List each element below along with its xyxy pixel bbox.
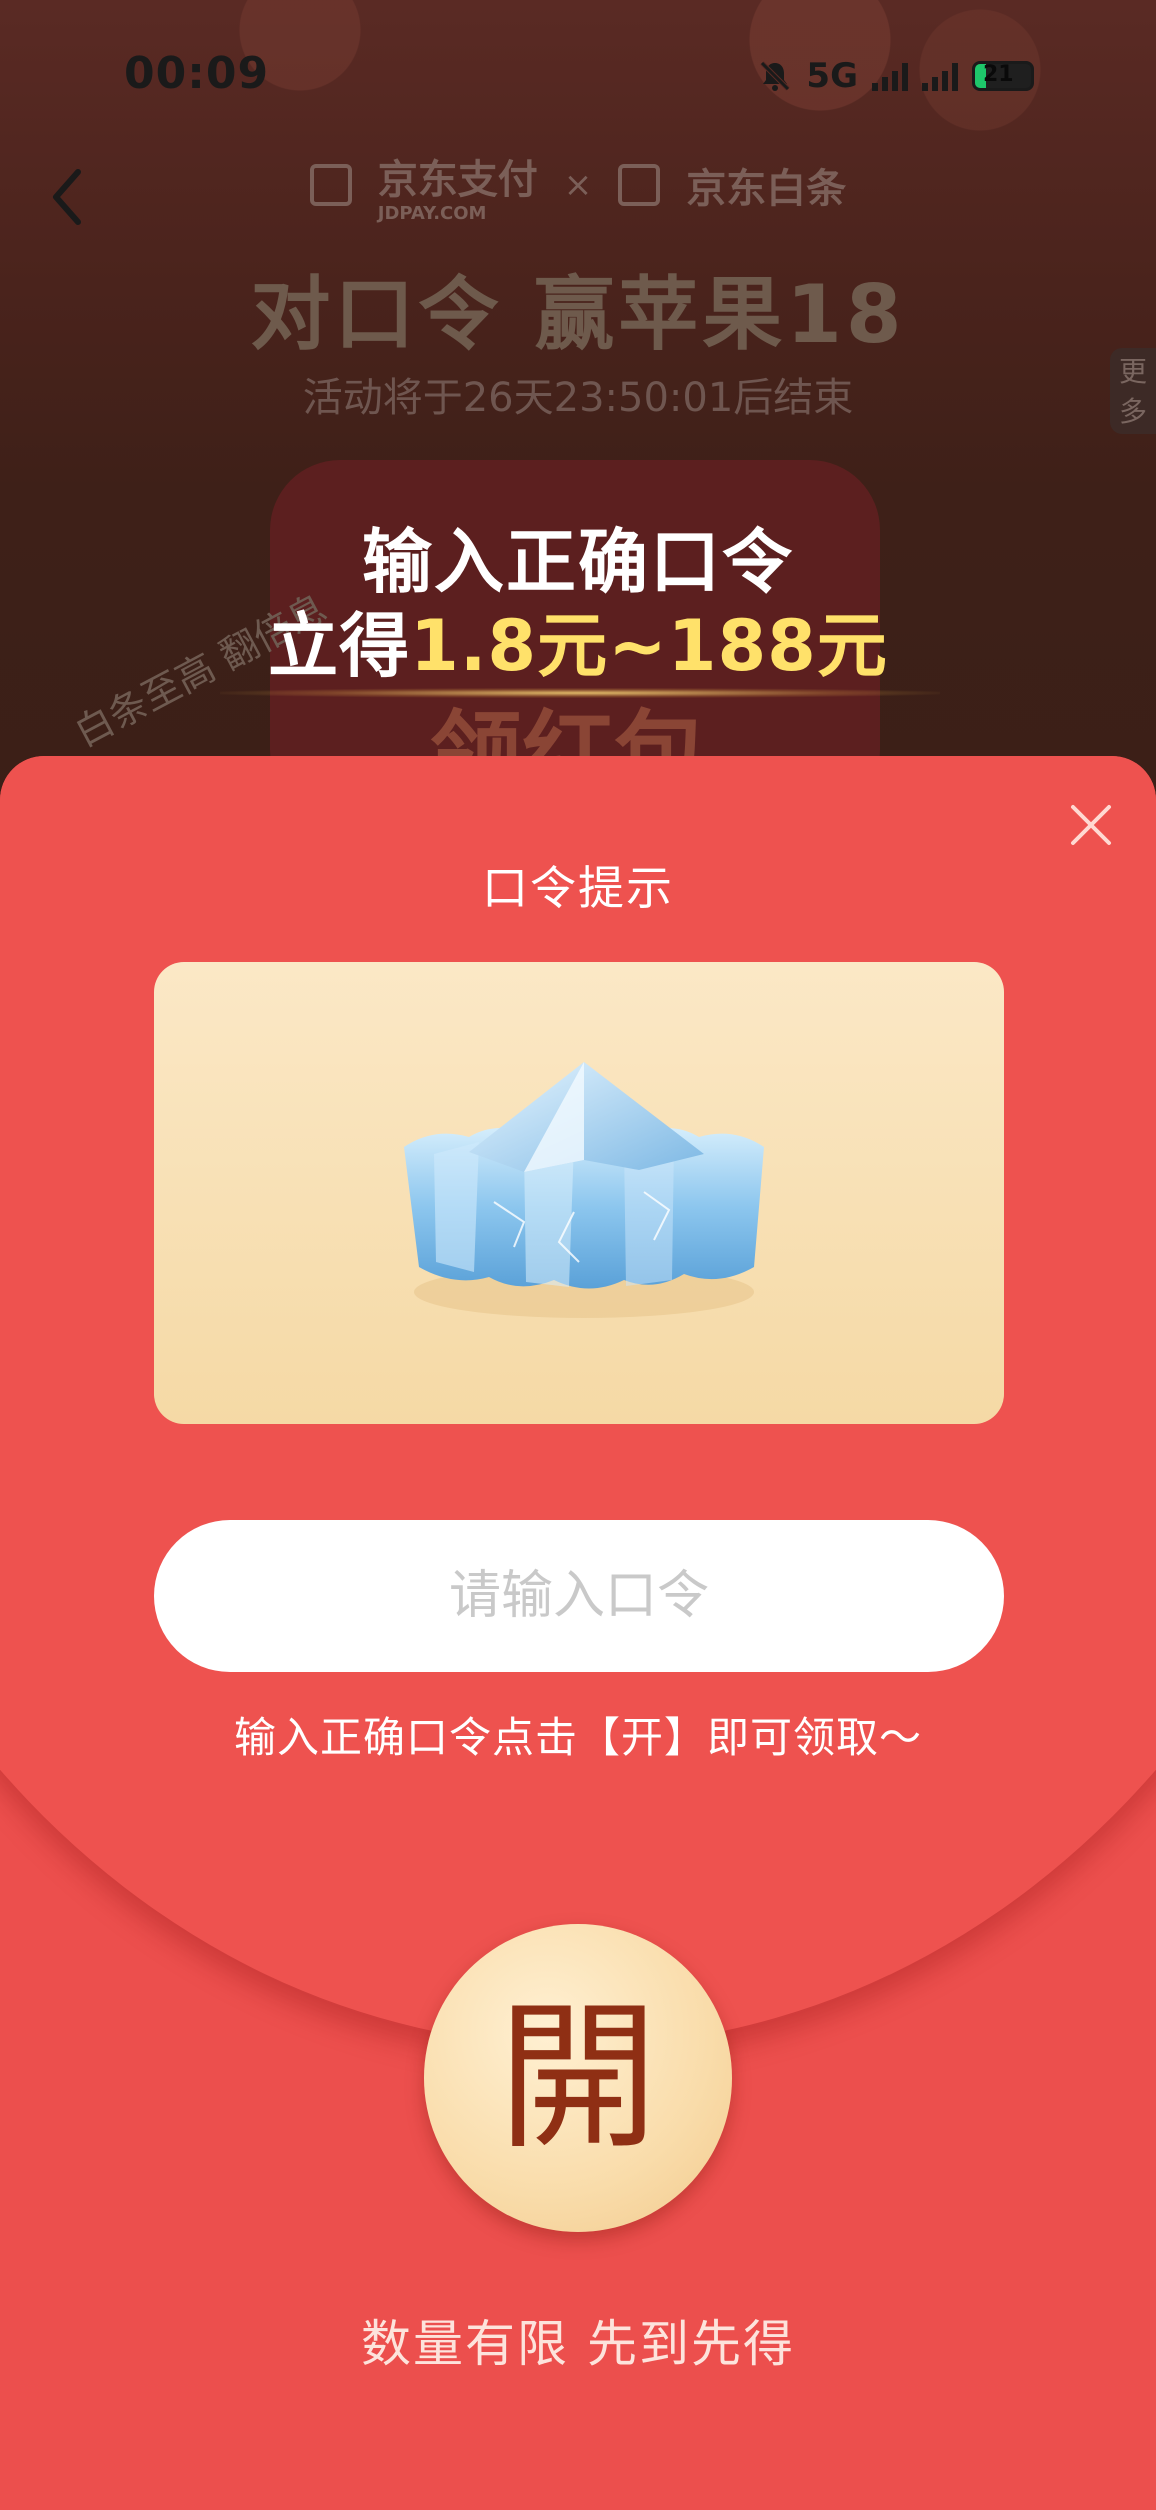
promo-line-2: 立得1.8元~188元: [0, 604, 1156, 688]
hint-image-card: [154, 962, 1004, 1424]
signal-2-icon: [922, 61, 958, 91]
baitiao-brand-name: 京东白条: [686, 166, 847, 212]
campaign-title: 对口令 赢苹果18: [250, 268, 906, 361]
limited-quantity-note: 数量有限 先到先得: [361, 2315, 795, 2373]
more-tab[interactable]: 更多: [1110, 348, 1156, 434]
open-button-label: 開: [497, 1984, 658, 2171]
promo-line-1: 输入正确口令: [362, 521, 794, 603]
jdpay-brand-name: 京东支付: [377, 157, 538, 203]
blue-crystal-icon: [404, 1062, 764, 1318]
status-bar: 00:09 5G 21: [0, 0, 1156, 150]
status-time: 00:09: [124, 48, 270, 99]
promo-banner: 输入正确口令 立得1.8元~188元: [0, 520, 1156, 688]
baitiao-logo-icon: [618, 164, 661, 206]
input-instruction: 输入正确口令点击【开】即可领取～: [233, 1713, 922, 1762]
jdpay-brand: 京东支付 JDPAY.COM: [378, 147, 538, 223]
brand-row: 京东支付 JDPAY.COM × 京东白条: [0, 147, 1156, 223]
network-type: 5G: [806, 56, 858, 96]
password-input[interactable]: [154, 1520, 1004, 1672]
mute-bell-icon: [760, 61, 791, 91]
jdpay-brand-domain: JDPAY.COM: [377, 203, 487, 224]
promo-prefix: 立得: [268, 605, 411, 687]
brand-separator: ×: [563, 165, 593, 205]
close-icon[interactable]: [1068, 802, 1114, 848]
jdpay-logo-icon: [309, 164, 352, 206]
battery-icon: 21: [972, 61, 1034, 91]
status-icons: 5G 21: [758, 56, 1034, 96]
promo-amount: 1.8元~188元: [410, 605, 888, 687]
campaign-countdown: 活动将于26天23:50:01后结束: [302, 375, 854, 421]
modal-title: 口令提示: [482, 861, 674, 915]
red-packet-modal: 口令提示 输入正确口令点击【开: [0, 756, 1156, 2510]
signal-1-icon: [872, 61, 908, 91]
open-red-packet-button[interactable]: 開: [424, 1924, 732, 2232]
battery-level: 21: [983, 62, 1014, 87]
promo-glow: [220, 688, 940, 698]
background-page: 00:09 5G 21 京东支付 JDPAY.COM × 京东白条 对口令 赢苹…: [0, 0, 1156, 820]
